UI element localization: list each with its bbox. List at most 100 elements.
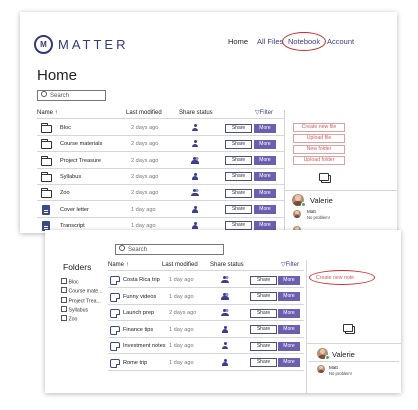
folder-expand-icon[interactable] <box>61 287 67 294</box>
notebook-annotation-circle <box>282 32 326 51</box>
folder-expand-icon[interactable] <box>61 305 67 312</box>
share-button[interactable]: Share <box>225 172 252 182</box>
more-button[interactable]: More <box>278 325 300 334</box>
column-share-status[interactable]: Share status <box>210 262 244 268</box>
note-icon <box>110 292 120 302</box>
more-button[interactable]: More <box>254 221 276 231</box>
share-button[interactable]: Share <box>225 221 252 231</box>
sort-arrow-icon[interactable]: ↑ <box>126 262 129 268</box>
folder-tree-item[interactable]: Syllabus <box>61 305 89 314</box>
chat-icon[interactable] <box>319 173 331 183</box>
note-name[interactable]: Costa Rica trip <box>123 277 160 283</box>
more-button[interactable]: More <box>278 308 300 318</box>
folder-tree-label: Syllabus <box>68 307 89 314</box>
message-avatar[interactable] <box>317 365 325 373</box>
more-button[interactable]: More <box>254 205 276 214</box>
shared-group-icon <box>191 156 199 164</box>
more-button[interactable]: More <box>278 275 300 285</box>
logo-mark: M <box>34 35 53 54</box>
note-name[interactable]: Rome trip <box>123 360 147 366</box>
folders-title: Folders <box>63 262 92 272</box>
row-divider <box>37 135 285 136</box>
more-button[interactable]: More <box>278 341 300 351</box>
new-folder-button[interactable]: New folder <box>293 145 345 154</box>
chat-divider <box>306 343 401 344</box>
search-icon <box>41 91 47 97</box>
share-button[interactable]: Share <box>250 325 277 334</box>
folder-tree-item[interactable]: Bloc <box>61 278 79 286</box>
more-button[interactable]: More <box>278 292 300 301</box>
share-button[interactable]: Share <box>225 188 252 198</box>
last-modified: 1 day ago <box>169 359 194 366</box>
folder-tree-item[interactable]: Course mate... <box>61 287 103 295</box>
user-name: Valerie <box>332 350 355 359</box>
message-sender: Matt <box>329 365 338 370</box>
shared-group-icon <box>221 309 229 316</box>
shared-person-icon <box>222 325 228 333</box>
share-button[interactable]: Share <box>225 123 252 133</box>
folder-icon <box>41 171 52 182</box>
shared-group-icon <box>191 189 199 197</box>
share-button[interactable]: Share <box>250 292 277 301</box>
last-modified: 2 days ago <box>131 173 159 180</box>
note-name[interactable]: Launch prep <box>123 310 154 316</box>
file-name[interactable]: Course materials <box>60 141 102 147</box>
share-button[interactable]: Share <box>250 341 277 351</box>
share-button[interactable]: Share <box>250 275 277 285</box>
last-modified: 2 days ago <box>131 190 159 197</box>
shared-group-icon <box>221 276 229 283</box>
folder-tree-item[interactable]: Project Trea... <box>61 296 101 304</box>
note-icon <box>110 342 120 351</box>
file-name[interactable]: Bloc <box>60 125 71 131</box>
column-name[interactable]: Name ↑ <box>37 110 58 116</box>
last-modified: 1 day ago <box>131 206 156 213</box>
filter-button[interactable]: ▽Filter <box>255 109 273 116</box>
more-button[interactable]: More <box>254 156 276 166</box>
file-name[interactable]: Syllabus <box>60 174 81 180</box>
upload-file-button[interactable]: Upload file <box>293 134 345 143</box>
folder-tree-label: Bloc <box>68 279 79 286</box>
more-button[interactable]: More <box>254 172 276 182</box>
more-button[interactable]: More <box>254 188 276 198</box>
message-avatar[interactable] <box>293 210 301 218</box>
share-button[interactable]: Share <box>250 358 277 367</box>
column-last-modified[interactable]: Last modified <box>162 262 198 268</box>
file-name[interactable]: Cover letter <box>60 207 89 213</box>
last-modified: 1 day ago <box>169 293 194 300</box>
notes-search-input[interactable]: Search <box>115 244 224 255</box>
file-name[interactable]: Transcript <box>60 223 85 229</box>
note-name[interactable]: Finance tips <box>123 327 153 333</box>
nav-home[interactable]: Home <box>228 37 248 46</box>
filter-button[interactable]: ▽Filter <box>281 261 299 268</box>
more-button[interactable]: More <box>278 358 300 367</box>
row-divider <box>37 183 285 185</box>
chat-icon[interactable] <box>343 324 355 334</box>
upload-folder-button[interactable]: Upload folder <box>293 156 345 165</box>
note-name[interactable]: Funny videos <box>123 294 156 300</box>
share-button[interactable]: Share <box>225 156 252 166</box>
file-name[interactable]: Zoo <box>60 190 70 196</box>
online-status-indicator <box>301 202 306 207</box>
folder-tree-item[interactable]: Zoo <box>61 315 77 323</box>
column-share-status[interactable]: Share status <box>179 110 213 116</box>
column-last-modified[interactable]: Last modified <box>126 110 162 116</box>
folder-expand-icon[interactable] <box>61 296 67 303</box>
folder-expand-icon[interactable] <box>61 278 67 284</box>
row-divider <box>108 369 304 371</box>
note-name[interactable]: Investment notes <box>123 343 166 349</box>
sort-arrow-icon[interactable]: ↑ <box>55 110 58 116</box>
share-button[interactable]: Share <box>225 205 252 214</box>
column-name[interactable]: Name ↑ <box>108 262 129 268</box>
share-button[interactable]: Share <box>225 139 252 149</box>
more-button[interactable]: More <box>254 139 276 149</box>
create-new-file-button[interactable]: Create new file <box>293 123 345 132</box>
more-button[interactable]: More <box>254 123 276 133</box>
file-name[interactable]: Project Treasure <box>60 158 101 164</box>
nav-account[interactable]: Account <box>327 37 354 46</box>
folder-expand-icon[interactable] <box>61 315 67 322</box>
search-input[interactable]: Search <box>37 90 106 101</box>
share-button[interactable]: Share <box>250 308 277 318</box>
nav-all-files[interactable]: All Files <box>257 37 283 46</box>
matter-logo[interactable]: M MATTER <box>34 35 128 54</box>
chat-divider <box>284 190 397 191</box>
